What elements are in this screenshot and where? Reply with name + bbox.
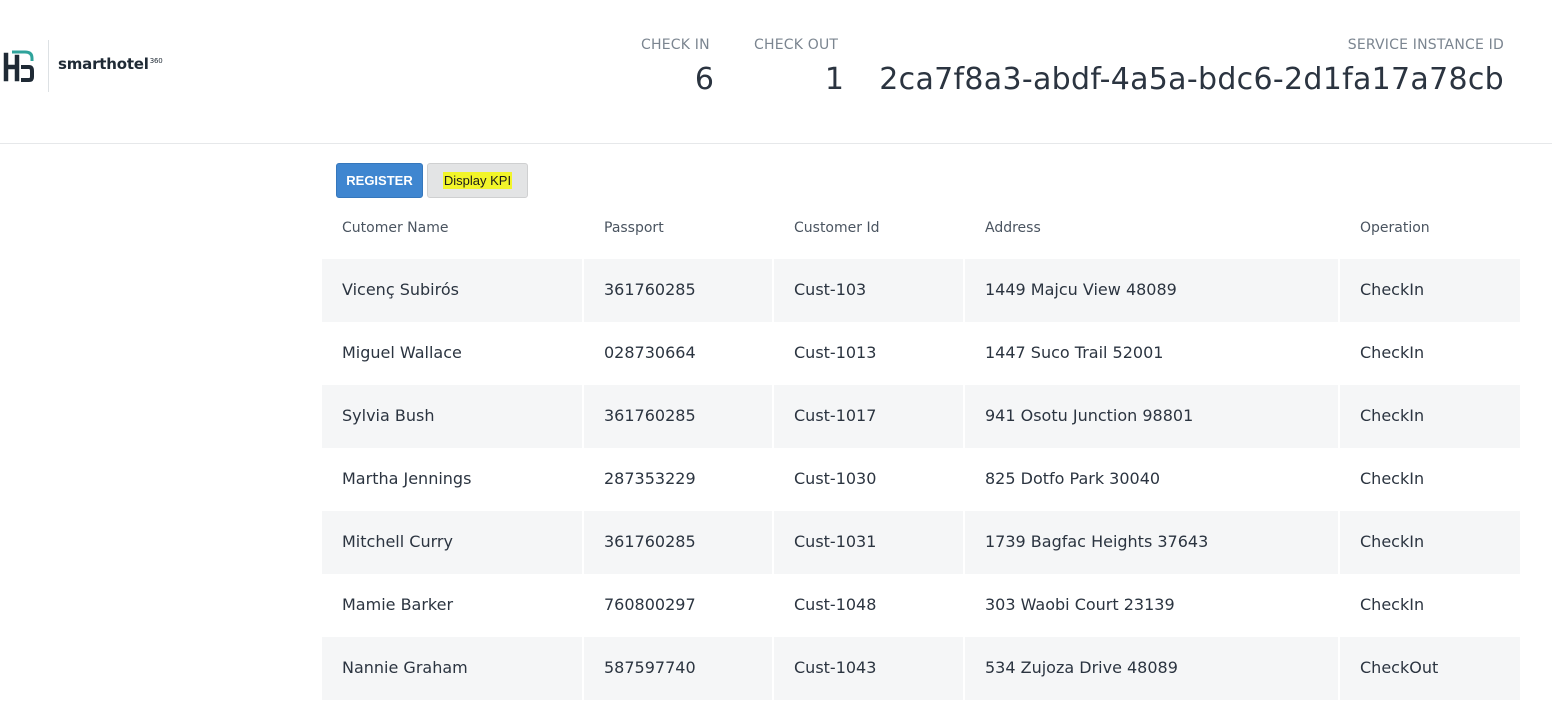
header-operation[interactable]: Operation (1360, 220, 1430, 236)
cell-passport: 028730664 (604, 343, 696, 362)
brand-superscript: 360 (149, 57, 163, 65)
table-row[interactable]: Nannie Graham 587597740 Cust-1043 534 Zu… (322, 637, 1520, 700)
cell-customer-id: Cust-1017 (794, 406, 877, 425)
checkout-count: 1 (824, 62, 844, 97)
cell-customer-name: Mitchell Curry (342, 532, 453, 551)
table-row[interactable]: Miguel Wallace 028730664 Cust-1013 1447 … (322, 322, 1520, 385)
cell-passport: 287353229 (604, 469, 696, 488)
cell-operation: CheckOut (1360, 658, 1439, 677)
cell-operation: CheckIn (1360, 532, 1425, 551)
cell-passport: 760800297 (604, 595, 696, 614)
cell-address: 1449 Majcu View 48089 (985, 280, 1177, 299)
cell-operation: CheckIn (1360, 280, 1425, 299)
cell-address: 1447 Suco Trail 52001 (985, 343, 1164, 362)
customer-table: Cutomer Name Passport Customer Id Addres… (322, 207, 1520, 700)
cell-operation: CheckIn (1360, 343, 1425, 362)
cell-customer-id: Cust-1031 (794, 532, 877, 551)
table-row[interactable]: Sylvia Bush 361760285 Cust-1017 941 Osot… (322, 385, 1520, 448)
display-kpi-button[interactable]: Display KPI (427, 163, 528, 198)
header-address[interactable]: Address (985, 220, 1041, 236)
table-row[interactable]: Vicenç Subirós 361760285 Cust-103 1449 M… (322, 259, 1520, 322)
cell-passport: 361760285 (604, 280, 696, 299)
cell-operation: CheckIn (1360, 406, 1425, 425)
table-row[interactable]: Mitchell Curry 361760285 Cust-1031 1739 … (322, 511, 1520, 574)
checkin-count: 6 (694, 62, 714, 97)
register-button[interactable]: REGISTER (336, 163, 423, 198)
cell-operation: CheckIn (1360, 469, 1425, 488)
cell-customer-name: Nannie Graham (342, 658, 468, 677)
table-row[interactable]: Mamie Barker 760800297 Cust-1048 303 Wao… (322, 574, 1520, 637)
cell-customer-id: Cust-103 (794, 280, 867, 299)
brand-name[interactable]: smarthotel360 (58, 55, 163, 73)
display-kpi-label: Display KPI (442, 172, 513, 189)
cell-customer-id: Cust-1030 (794, 469, 877, 488)
cell-customer-name: Sylvia Bush (342, 406, 435, 425)
cell-passport: 361760285 (604, 532, 696, 551)
cell-customer-name: Vicenç Subirós (342, 280, 459, 299)
smarthotel-logo-icon[interactable] (3, 47, 35, 85)
cell-customer-id: Cust-1043 (794, 658, 877, 677)
cell-address: 534 Zujoza Drive 48089 (985, 658, 1178, 677)
cell-address: 303 Waobi Court 23139 (985, 595, 1175, 614)
cell-passport: 587597740 (604, 658, 696, 677)
table-row[interactable]: Martha Jennings 287353229 Cust-1030 825 … (322, 448, 1520, 511)
cell-operation: CheckIn (1360, 595, 1425, 614)
cell-customer-id: Cust-1048 (794, 595, 877, 614)
cell-address: 825 Dotfo Park 30040 (985, 469, 1161, 488)
header-customer-id[interactable]: Customer Id (794, 220, 879, 236)
cell-passport: 361760285 (604, 406, 696, 425)
cell-customer-name: Martha Jennings (342, 469, 472, 488)
checkout-label: CHECK OUT (754, 37, 839, 53)
checkin-label: CHECK IN (641, 37, 710, 53)
service-instance-id: 2ca7f8a3-abdf-4a5a-bdc6-2d1fa17a78cb (879, 62, 1504, 97)
cell-address: 1739 Bagfac Heights 37643 (985, 532, 1209, 551)
header: smarthotel360 CHECK IN 6 CHECK OUT 1 SER… (0, 0, 1552, 144)
cell-customer-name: Mamie Barker (342, 595, 454, 614)
cell-address: 941 Osotu Junction 98801 (985, 406, 1194, 425)
header-customer-name[interactable]: Cutomer Name (342, 220, 448, 236)
logo-divider (48, 40, 49, 92)
service-instance-label: SERVICE INSTANCE ID (1347, 37, 1504, 53)
cell-customer-name: Miguel Wallace (342, 343, 462, 362)
table-header: Cutomer Name Passport Customer Id Addres… (322, 207, 1520, 259)
header-passport[interactable]: Passport (604, 220, 664, 236)
cell-customer-id: Cust-1013 (794, 343, 877, 362)
